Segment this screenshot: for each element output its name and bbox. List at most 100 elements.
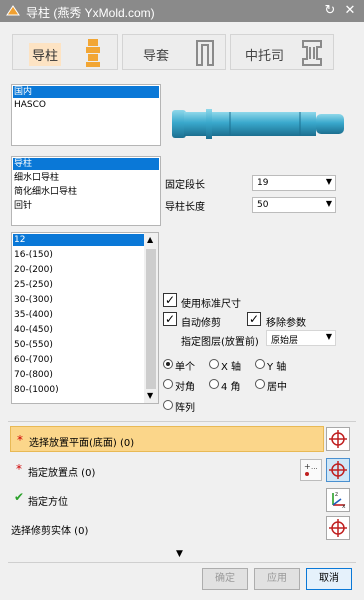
csys-select-button[interactable]: z x bbox=[326, 488, 350, 512]
scroll-thumb[interactable] bbox=[146, 249, 156, 389]
radio-four-corner[interactable] bbox=[209, 379, 219, 389]
radio-single[interactable] bbox=[163, 359, 173, 369]
radio-x-axis-label: X 轴 bbox=[221, 362, 242, 373]
fixed-length-select[interactable]: 19 ▼ bbox=[252, 175, 336, 191]
select-value: 原始层 bbox=[271, 336, 299, 346]
guide-pillar-preview-image bbox=[172, 109, 344, 139]
crosshair-icon bbox=[329, 519, 347, 537]
auto-trim-label: 自动修剪 bbox=[181, 318, 221, 329]
title-bar: 导柱 (燕秀 YxMold.com) ↻ ✕ bbox=[0, 0, 364, 22]
list-item[interactable]: 70-(800) bbox=[13, 369, 53, 381]
svg-text:x: x bbox=[342, 503, 346, 510]
size-list-scrollbar[interactable]: ▲ ▼ bbox=[144, 233, 158, 403]
list-item[interactable]: 12 bbox=[13, 234, 144, 246]
expand-more-icon[interactable]: ▼ bbox=[176, 549, 183, 559]
radio-center-label: 居中 bbox=[267, 382, 287, 393]
auto-trim-checkbox[interactable]: ✓ bbox=[163, 312, 177, 326]
reset-icon[interactable]: ↻ bbox=[322, 3, 338, 19]
list-item[interactable]: HASCO bbox=[13, 99, 46, 111]
radio-single-label: 单个 bbox=[175, 362, 195, 373]
list-item[interactable]: 导柱 bbox=[13, 158, 159, 170]
list-item[interactable]: 20-(200) bbox=[13, 264, 53, 276]
cancel-button[interactable]: 取消 bbox=[306, 568, 352, 590]
svg-text:+: + bbox=[304, 462, 311, 471]
radio-array-label: 阵列 bbox=[175, 403, 195, 414]
tab-label: 导柱 bbox=[29, 43, 62, 66]
scroll-up-icon[interactable]: ▲ bbox=[147, 235, 153, 244]
list-item[interactable]: 30-(300) bbox=[13, 294, 53, 306]
step-label: 选择修剪实体 (0) bbox=[11, 526, 89, 537]
list-item[interactable]: 80-(1000) bbox=[13, 384, 59, 396]
pillar-length-label: 导柱长度 bbox=[165, 202, 205, 213]
step-select-plane[interactable]: * 选择放置平面(底面) (0) bbox=[10, 426, 324, 452]
radio-center[interactable] bbox=[255, 379, 265, 389]
tab-guide-pillar[interactable]: 导柱 bbox=[12, 34, 118, 70]
use-standard-label: 使用标准尺寸 bbox=[181, 299, 241, 310]
chevron-down-icon: ▼ bbox=[325, 332, 332, 341]
crosshair-icon bbox=[329, 430, 347, 448]
list-item[interactable]: 35-(400) bbox=[13, 309, 53, 321]
tab-label: 中托司 bbox=[245, 48, 285, 63]
list-item[interactable]: 16-(150) bbox=[13, 249, 53, 261]
apply-button[interactable]: 应用 bbox=[254, 568, 300, 590]
list-item[interactable]: 回针 bbox=[13, 200, 32, 212]
required-asterisk-icon: * bbox=[16, 462, 22, 476]
list-item[interactable]: 60-(700) bbox=[13, 354, 53, 366]
tab-support-bushing[interactable]: 中托司 bbox=[230, 34, 334, 70]
ok-button[interactable]: 确定 bbox=[202, 568, 248, 590]
radio-y-axis[interactable] bbox=[255, 359, 265, 369]
radio-diagonal[interactable] bbox=[163, 379, 173, 389]
step-label: 指定放置点 (0) bbox=[28, 468, 96, 479]
tab-label: 导套 bbox=[143, 48, 170, 63]
fixed-length-label: 固定段长 bbox=[165, 180, 205, 191]
layer-select[interactable]: 原始层 ▼ bbox=[266, 330, 336, 346]
scroll-down-icon[interactable]: ▼ bbox=[147, 391, 153, 400]
chevron-down-icon: ▼ bbox=[325, 177, 332, 186]
remove-params-checkbox[interactable]: ✓ bbox=[247, 312, 261, 326]
radio-four-corner-label: 4 角 bbox=[221, 382, 241, 393]
required-asterisk-icon: * bbox=[17, 433, 23, 447]
size-list[interactable]: 12 16-(150) 20-(200) 25-(250) 30-(300) 3… bbox=[11, 232, 159, 404]
check-icon: ✔ bbox=[14, 490, 25, 504]
crosshair-select-button[interactable] bbox=[326, 516, 350, 540]
type-tabs: 导柱 导套 中托司 bbox=[8, 28, 354, 78]
coordinate-system-icon: z x bbox=[332, 491, 346, 510]
list-item[interactable]: 25-(250) bbox=[13, 279, 53, 291]
list-item[interactable]: 细水口导柱 bbox=[13, 172, 59, 184]
crosshair-select-button[interactable] bbox=[326, 427, 350, 451]
tab-guide-bushing[interactable]: 导套 bbox=[122, 34, 226, 70]
list-item[interactable]: 简化细水口导柱 bbox=[13, 186, 77, 198]
close-icon[interactable]: ✕ bbox=[342, 3, 358, 19]
radio-y-axis-label: Y 轴 bbox=[267, 362, 287, 373]
crosshair-select-button[interactable] bbox=[326, 458, 350, 482]
window-title: 导柱 (燕秀 YxMold.com) bbox=[26, 6, 155, 20]
remove-params-label: 移除参数 bbox=[266, 318, 306, 329]
radio-array[interactable] bbox=[163, 400, 173, 410]
use-standard-checkbox[interactable]: ✓ bbox=[163, 293, 177, 307]
radio-diagonal-label: 对角 bbox=[175, 382, 195, 393]
point-dialog-button[interactable]: + ... bbox=[300, 459, 322, 481]
divider bbox=[8, 562, 356, 563]
select-value: 50 bbox=[257, 200, 269, 210]
svg-text:z: z bbox=[335, 491, 338, 498]
step-select-trim-body[interactable]: 选择修剪实体 (0) bbox=[10, 517, 296, 539]
list-item[interactable]: 国内 bbox=[13, 86, 159, 98]
type-list[interactable]: 导柱 细水口导柱 简化细水口导柱 回针 bbox=[11, 156, 161, 226]
standard-list[interactable]: 国内 HASCO bbox=[11, 84, 161, 146]
app-logo-icon bbox=[6, 5, 20, 16]
step-select-point[interactable]: * 指定放置点 (0) bbox=[10, 458, 296, 482]
guide-bushing-icon bbox=[196, 40, 214, 66]
support-bushing-icon bbox=[302, 40, 322, 66]
crosshair-icon bbox=[329, 461, 347, 479]
step-label: 选择放置平面(底面) (0) bbox=[29, 438, 135, 449]
pillar-length-select[interactable]: 50 ▼ bbox=[252, 197, 336, 213]
radio-x-axis[interactable] bbox=[209, 359, 219, 369]
step-orientation[interactable]: ✔ 指定方位 bbox=[10, 488, 296, 510]
layer-label: 指定图层(放置前) bbox=[181, 337, 259, 348]
svg-text:...: ... bbox=[311, 463, 318, 471]
step-label: 指定方位 bbox=[28, 497, 68, 508]
list-item[interactable]: 40-(450) bbox=[13, 324, 53, 336]
list-item[interactable]: 50-(550) bbox=[13, 339, 53, 351]
chevron-down-icon: ▼ bbox=[325, 199, 332, 208]
divider bbox=[8, 421, 356, 422]
